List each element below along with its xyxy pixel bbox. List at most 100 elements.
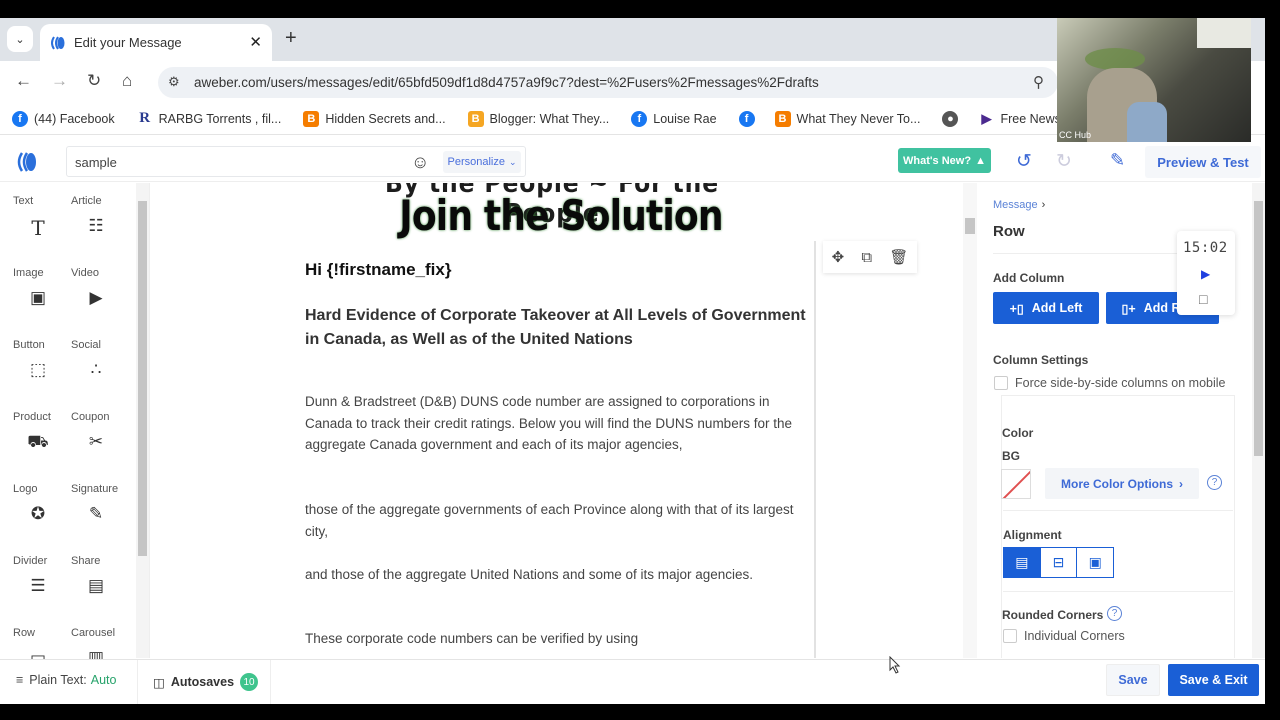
palette-item-label: Carousel	[71, 627, 116, 639]
redo-icon[interactable]: ↻	[1056, 150, 1072, 173]
help-icon[interactable]: ?	[1207, 475, 1222, 490]
divider	[137, 660, 138, 704]
bookmark-item[interactable]: f Louise Rae	[631, 110, 717, 127]
palette-item-social[interactable]: Social ∴	[71, 327, 129, 393]
personalize-dropdown[interactable]: Personalize ⌄	[443, 151, 521, 173]
editor-header: sample ☺ Personalize ⌄ What's New? ▲ ↺ ↻ ✎…	[0, 142, 1265, 182]
align-top-button[interactable]: ▤	[1004, 548, 1041, 577]
save-exit-button[interactable]: Save & Exit	[1168, 664, 1259, 696]
forward-icon[interactable]: →	[51, 71, 68, 91]
palette-item-label: Share	[71, 555, 101, 567]
palette-scrollbar[interactable]	[136, 183, 149, 658]
palette-item-signature[interactable]: Signature ✎	[71, 471, 129, 537]
align-bottom-button[interactable]: ▣	[1077, 548, 1113, 577]
panel-scrollbar[interactable]	[1252, 183, 1265, 658]
body-paragraph[interactable]: Dunn & Bradstreet (D&B) DUNS code number…	[305, 391, 815, 456]
palette-item-coupon[interactable]: Coupon ✂	[71, 399, 129, 465]
back-icon[interactable]: ←	[15, 71, 32, 91]
body-paragraph[interactable]: These corporate code numbers can be veri…	[305, 628, 815, 650]
palette-item-label: Text	[13, 195, 34, 207]
headline-text[interactable]: Hard Evidence of Corporate Takeover at A…	[305, 304, 815, 352]
bookmark-item[interactable]: f	[738, 110, 761, 127]
undo-icon[interactable]: ↺	[1016, 150, 1032, 173]
mouse-cursor-icon	[889, 656, 901, 674]
emoji-icon[interactable]: ☺	[411, 152, 429, 173]
breadcrumb[interactable]: Message ›	[993, 199, 1045, 211]
subject-value[interactable]: sample	[75, 155, 117, 170]
canvas-scrollbar[interactable]	[963, 183, 977, 658]
button-icon: ⬚	[29, 360, 47, 379]
tab-title: Edit your Message	[74, 35, 182, 50]
chevron-right-icon: ›	[1041, 199, 1046, 211]
individual-corners-checkbox[interactable]	[1003, 629, 1017, 643]
body-paragraph[interactable]: those of the aggregate governments of ea…	[305, 499, 815, 542]
bookmark-item[interactable]: B What They Never To...	[774, 110, 921, 127]
site-info-icon[interactable]: ⚙	[168, 74, 180, 90]
palette-item-logo[interactable]: Logo ✪	[13, 471, 71, 537]
more-color-label: More Color Options	[1061, 476, 1173, 491]
screen: ⌄ Edit your Message ✕ + ← → ↻ ⌂ ⚙ aweber…	[0, 0, 1280, 720]
cart-icon: ⛟	[27, 432, 49, 451]
align-middle-button[interactable]: ⊟	[1041, 548, 1078, 577]
scroll-thumb[interactable]	[965, 218, 975, 234]
bookmark-item[interactable]: f (44) Facebook	[12, 110, 115, 127]
palette-item-product[interactable]: Product ⛟	[13, 399, 71, 465]
scissors-icon: ✂	[88, 432, 104, 451]
help-icon[interactable]: ?	[1107, 606, 1122, 621]
more-color-options-button[interactable]: More Color Options ›	[1045, 468, 1199, 499]
play-icon[interactable]: ▶	[1201, 267, 1210, 281]
bookmark-item[interactable]: B Blogger: What They...	[467, 110, 609, 127]
address-bar[interactable]: ⚙ aweber.com/users/messages/edit/65bfd50…	[158, 67, 1058, 98]
palette-item-article[interactable]: Article ☷	[71, 183, 129, 249]
add-left-button[interactable]: +▯ Add Left	[993, 292, 1099, 324]
palette-item-image[interactable]: Image ▣	[13, 255, 71, 321]
tab-search-button[interactable]: ⌄	[7, 26, 33, 52]
reload-icon[interactable]: ↻	[87, 71, 101, 91]
email-canvas: By the People ~ For the People Join the …	[151, 183, 980, 658]
move-icon[interactable]: ✥	[832, 248, 845, 266]
save-disk-icon: ◫	[153, 675, 165, 690]
scroll-thumb[interactable]	[138, 201, 147, 556]
bookmark-icon[interactable]: □	[1199, 291, 1207, 307]
duplicate-icon[interactable]: ⧉	[861, 249, 872, 266]
webcam-plants	[1085, 48, 1145, 70]
autosaves-count-badge: 10	[240, 673, 259, 691]
breadcrumb-message[interactable]: Message	[993, 199, 1038, 211]
palette-item-label: Logo	[13, 483, 38, 495]
chevron-right-icon: ›	[1179, 476, 1183, 491]
scroll-thumb[interactable]	[1254, 201, 1263, 456]
palette-item-text[interactable]: Text T	[13, 183, 71, 249]
save-button[interactable]: Save	[1106, 664, 1160, 696]
plain-text-toggle[interactable]: ≡ Plain Text: Auto	[16, 673, 116, 687]
palette-item-button[interactable]: Button ⬚	[13, 327, 71, 393]
home-icon[interactable]: ⌂	[122, 71, 132, 91]
bookmark-label: What They Never To...	[796, 111, 921, 126]
subject-field[interactable]: sample ☺ Personalize ⌄	[66, 146, 526, 177]
browser-tab[interactable]: Edit your Message ✕	[40, 24, 272, 61]
greeting-text[interactable]: Hi {!firstname_fix}	[305, 260, 451, 280]
new-tab-button[interactable]: +	[285, 27, 297, 50]
alignment-control: ▤ ⊟ ▣	[1003, 547, 1114, 578]
facebook-icon: f	[631, 110, 648, 127]
paintbrush-icon[interactable]: ✎	[1110, 150, 1125, 171]
trash-icon[interactable]: 🗑	[889, 248, 908, 266]
bookmark-item[interactable]: B Hidden Secrets and...	[303, 110, 446, 127]
bookmark-item[interactable]: R RARBG Torrents , fil...	[137, 110, 281, 127]
close-tab-icon[interactable]: ✕	[249, 33, 262, 51]
bookmark-item[interactable]: ●	[942, 110, 964, 127]
palette-item-divider[interactable]: Divider ☰	[13, 543, 71, 609]
palette-item-video[interactable]: Video ▶	[71, 255, 129, 321]
banner-title[interactable]: Join the Solution	[355, 191, 768, 240]
megaphone-icon: ▲	[975, 154, 986, 167]
autosaves-button[interactable]: ◫ Autosaves 10	[153, 673, 259, 691]
preview-test-button[interactable]: Preview & Test	[1145, 146, 1261, 178]
zoom-icon[interactable]: ⚲	[1033, 73, 1044, 91]
body-paragraph[interactable]: and those of the aggregate United Nation…	[305, 564, 815, 586]
personalize-label: Personalize	[447, 156, 505, 168]
aweber-logo-icon[interactable]	[16, 151, 38, 173]
whats-new-button[interactable]: What's New? ▲	[898, 148, 991, 173]
force-side-checkbox[interactable]	[994, 376, 1008, 390]
palette-item-share[interactable]: Share ▤	[71, 543, 129, 609]
bg-color-swatch[interactable]	[1001, 469, 1031, 499]
url-text[interactable]: aweber.com/users/messages/edit/65bfd509d…	[194, 75, 819, 90]
